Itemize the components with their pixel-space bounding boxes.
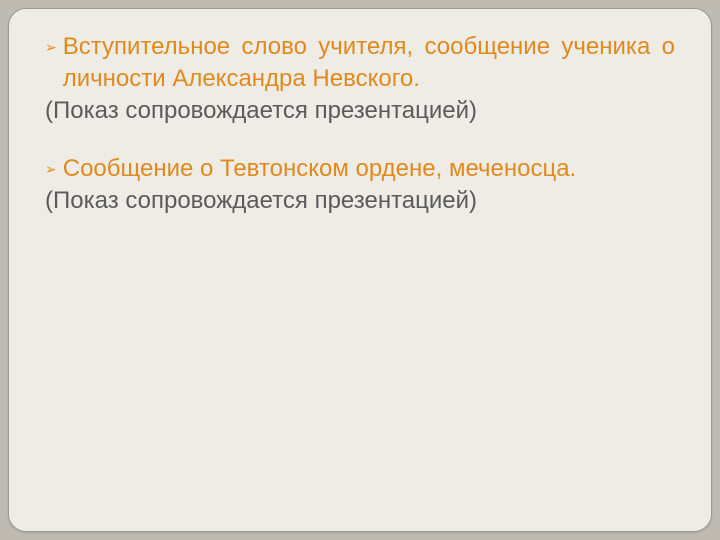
bullet-row: ➢ Сообщение о Тевтонском ордене, меченос… — [45, 153, 675, 185]
lead-text: Сообщение о Тевтонском ордене, меченосца… — [63, 153, 675, 185]
content-block: ➢ Сообщение о Тевтонском ордене, меченос… — [45, 153, 675, 217]
lead-text: Вступительное слово учителя, сообщение у… — [63, 31, 675, 95]
bullet-row: ➢ Вступительное слово учителя, сообщение… — [45, 31, 675, 95]
bullet-icon: ➢ — [45, 31, 57, 63]
note-text: (Показ сопровождается презентацией) — [45, 185, 675, 217]
slide-card: ➢ Вступительное слово учителя, сообщение… — [8, 8, 712, 532]
bullet-icon: ➢ — [45, 153, 57, 185]
note-text: (Показ сопровождается презентацией) — [45, 95, 675, 127]
content-block: ➢ Вступительное слово учителя, сообщение… — [45, 31, 675, 127]
